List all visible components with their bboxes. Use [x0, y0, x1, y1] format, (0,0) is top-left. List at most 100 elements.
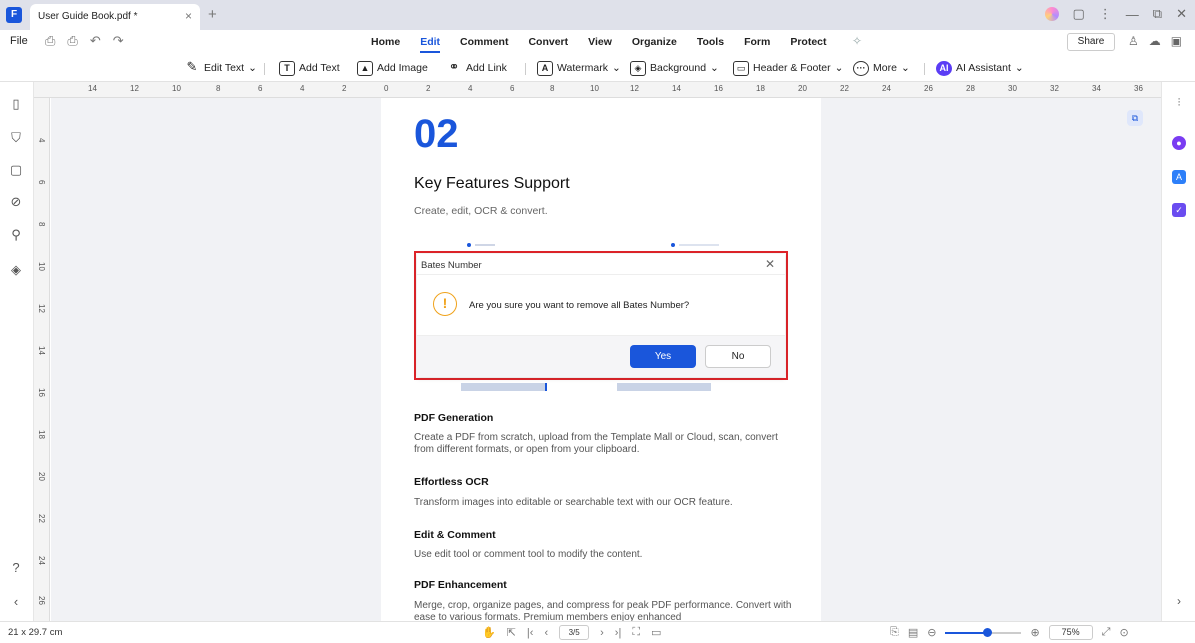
add-text-label: Add Text [299, 62, 340, 74]
ruler-tick: 20 [37, 472, 46, 481]
dialog-title: Bates Number [421, 260, 482, 271]
panel-icon[interactable]: ▣ [1171, 34, 1182, 48]
embedded-screenshot-top [467, 243, 719, 247]
embedded-screenshot-bottom [461, 383, 711, 391]
check-panel-icon[interactable]: ✓ [1172, 203, 1186, 217]
close-tab-icon[interactable]: × [185, 9, 192, 23]
translate-panel-icon[interactable]: A [1172, 170, 1186, 184]
more-button[interactable]: ··· More ⌄ [853, 59, 910, 77]
ruler-tick: 4 [300, 84, 305, 93]
help-icon[interactable]: ? [8, 560, 24, 576]
ruler-tick: 26 [924, 84, 933, 93]
tab-view[interactable]: View [588, 36, 612, 48]
next-page-icon[interactable]: › [600, 627, 604, 639]
zoom-level-select[interactable]: 75% [1048, 625, 1093, 640]
print-icon[interactable]: ⎙ [67, 33, 77, 49]
avatar[interactable] [1044, 7, 1059, 21]
collapse-left-icon[interactable]: ‹ [8, 594, 24, 610]
ruler-tick: 24 [37, 556, 46, 565]
tab-protect[interactable]: Protect [790, 36, 826, 48]
attachment-icon[interactable]: ⊘ [8, 194, 24, 210]
bookmark-icon[interactable]: ⛉ [8, 130, 24, 146]
close-window-icon[interactable]: ✕ [1176, 6, 1187, 22]
kebab-menu-icon[interactable]: ⋮ [1099, 6, 1112, 22]
background-button[interactable]: ◈ Background ⌄ [630, 59, 719, 77]
hand-tool-icon[interactable]: ✋ [482, 626, 496, 639]
ruler-tick: 16 [714, 84, 723, 93]
first-page-icon[interactable]: |‹ [527, 627, 534, 639]
share-button[interactable]: Share [1067, 33, 1115, 51]
message-icon[interactable]: ▢ [1073, 6, 1085, 22]
tab-edit[interactable]: Edit [420, 36, 440, 53]
close-icon[interactable]: ✕ [765, 257, 775, 271]
zoom-slider-knob[interactable] [983, 627, 993, 637]
undo-icon[interactable]: ↶ [90, 33, 101, 49]
minimize-icon[interactable]: — [1126, 7, 1139, 22]
tab-convert[interactable]: Convert [528, 36, 568, 48]
file-menu[interactable]: File [10, 35, 28, 47]
search-icon[interactable]: ⚲ [8, 227, 24, 243]
zoom-out-icon[interactable]: ⊖ [927, 626, 936, 639]
ruler-tick: 30 [1008, 84, 1017, 93]
ruler-tick: 10 [172, 84, 181, 93]
chevron-down-icon: ⌄ [248, 62, 257, 74]
divider [924, 63, 925, 75]
chevron-down-icon: ⌄ [1014, 62, 1024, 74]
ai-chat-icon[interactable]: ● [1172, 136, 1186, 150]
section-title: PDF Enhancement [414, 579, 507, 591]
user-icon[interactable]: ♙ [1128, 34, 1139, 48]
fit-page-icon[interactable]: ⛶ [632, 626, 640, 639]
save-icon[interactable]: ⎙ [45, 33, 55, 49]
zoom-slider[interactable] [945, 627, 1022, 637]
edit-text-button[interactable]: ✎ Edit Text ⌄ [184, 59, 257, 77]
yes-button[interactable]: Yes [630, 345, 696, 368]
quick-access: ⎙ ⎙ ↶ ↷ [45, 33, 124, 49]
watermark-button[interactable]: A Watermark ⌄ [537, 59, 621, 77]
header-footer-button[interactable]: ▭ Header & Footer ⌄ [733, 59, 843, 77]
ruler-tick: 22 [37, 514, 46, 523]
document-tab[interactable]: User Guide Book.pdf * × [30, 4, 200, 30]
edit-text-label: Edit Text [204, 62, 245, 74]
fit-width-icon[interactable]: ⤢ [1102, 626, 1111, 639]
horizontal-ruler: 14 12 10 8 6 4 2 0 2 4 6 8 10 12 14 16 1… [34, 82, 1161, 98]
divider [264, 63, 265, 75]
translate-icon[interactable]: ⧉ [1127, 110, 1143, 126]
tab-form[interactable]: Form [744, 36, 770, 48]
tab-tools[interactable]: Tools [697, 36, 724, 48]
ruler-tick: 4 [468, 84, 473, 93]
ruler-tick: 16 [37, 388, 46, 397]
presentation-icon[interactable]: ▭ [651, 626, 661, 639]
ruler-tick: 6 [37, 180, 46, 185]
restore-icon[interactable]: ⧉ [1153, 6, 1162, 22]
no-button[interactable]: No [705, 345, 771, 368]
zoom-in-icon[interactable]: ⊕ [1030, 626, 1039, 639]
history-icon[interactable]: ⊙ [1119, 626, 1128, 639]
add-text-button[interactable]: T Add Text [279, 59, 340, 77]
ai-assistant-button[interactable]: AI AI Assistant ⌄ [936, 59, 1024, 77]
tab-home[interactable]: Home [371, 36, 400, 48]
select-tool-icon[interactable]: ⇱ [507, 626, 516, 639]
page-view-icon[interactable]: ▤ [908, 626, 918, 639]
cloud-icon[interactable]: ☁ [1149, 34, 1161, 48]
add-link-button[interactable]: ⚭ Add Link [446, 59, 507, 77]
collapse-right-icon[interactable]: › [1172, 594, 1186, 608]
previous-page-icon[interactable]: ‹ [544, 627, 548, 639]
tab-organize[interactable]: Organize [632, 36, 677, 48]
properties-icon[interactable]: ⫶ [1172, 96, 1186, 110]
add-link-label: Add Link [466, 62, 507, 74]
section-body: Transform images into editable or search… [414, 497, 733, 508]
ruler-tick: 22 [840, 84, 849, 93]
page-thumbnail-icon[interactable]: ▯ [8, 96, 24, 112]
comment-icon[interactable]: ▢ [8, 162, 24, 178]
layers-icon[interactable]: ◈ [8, 262, 24, 278]
redo-icon[interactable]: ↷ [113, 33, 124, 49]
ruler-tick: 2 [342, 84, 347, 93]
app-logo-icon[interactable]: F [6, 7, 22, 23]
add-image-button[interactable]: ▲ Add Image [357, 59, 428, 77]
page-layout-icon[interactable]: ⎘ [890, 626, 899, 639]
new-tab-icon[interactable]: + [208, 6, 217, 23]
tab-comment[interactable]: Comment [460, 36, 508, 48]
page-number-input[interactable]: 3/5 [559, 625, 590, 640]
last-page-icon[interactable]: ›| [615, 627, 622, 639]
sparkle-icon[interactable]: ✧ [852, 34, 862, 48]
